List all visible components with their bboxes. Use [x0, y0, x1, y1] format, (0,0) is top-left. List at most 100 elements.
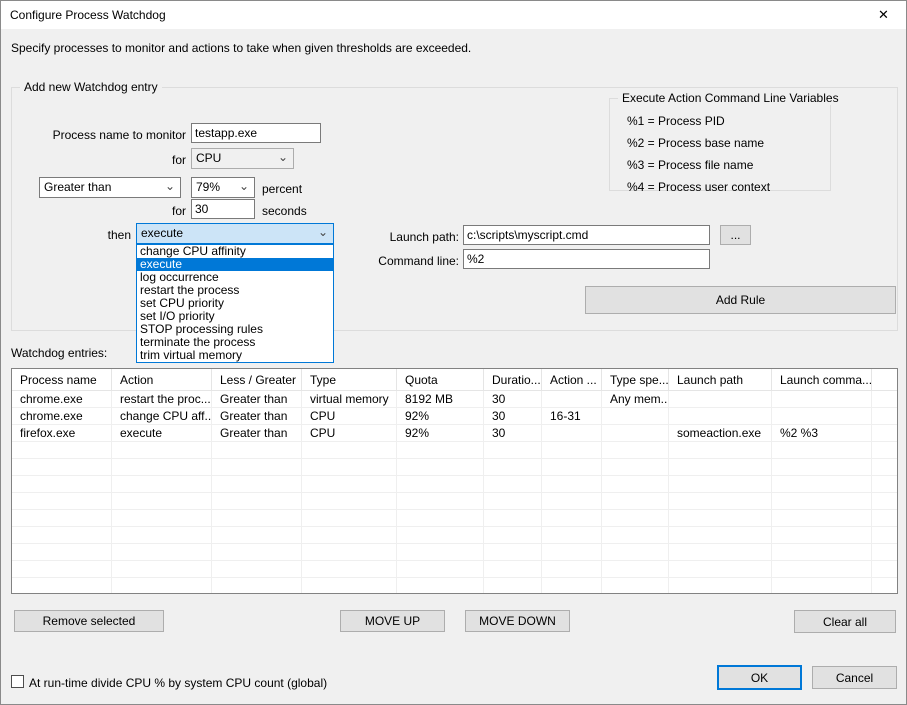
table-cell: [112, 493, 212, 510]
table-header-cell[interactable]: Quota: [397, 369, 484, 391]
dropdown-option[interactable]: set CPU priority: [137, 297, 333, 310]
variables-group-label: Execute Action Command Line Variables: [618, 91, 843, 105]
dropdown-option[interactable]: terminate the process: [137, 336, 333, 349]
table-header-cell[interactable]: Process name: [12, 369, 112, 391]
duration-input[interactable]: [191, 199, 255, 219]
table-header-cell[interactable]: Type spe...: [602, 369, 669, 391]
percent-label: percent: [262, 182, 302, 196]
table-cell: [542, 442, 602, 459]
table-cell: Any mem...: [602, 391, 669, 408]
table-row[interactable]: chrome.exerestart the proc...Greater tha…: [12, 391, 897, 408]
table-cell: [772, 476, 872, 493]
table-cell: [12, 493, 112, 510]
variable-item: %3 = Process file name: [627, 154, 830, 176]
dropdown-option[interactable]: set I/O priority: [137, 310, 333, 323]
table-cell: [542, 510, 602, 527]
table-row-empty: [12, 527, 897, 544]
table-cell: [112, 527, 212, 544]
divide-cpu-checkbox[interactable]: [11, 675, 24, 688]
table-cell: [112, 561, 212, 578]
table-cell: [212, 459, 302, 476]
table-header-cell[interactable]: Action: [112, 369, 212, 391]
threshold-combobox[interactable]: 79% ⌄: [191, 177, 255, 198]
table-row-empty: [12, 493, 897, 510]
comparison-combobox[interactable]: Greater than ⌄: [39, 177, 181, 198]
metric-combobox[interactable]: CPU ⌄: [191, 148, 294, 169]
seconds-label: seconds: [262, 204, 307, 218]
variable-item: %4 = Process user context: [627, 176, 830, 198]
table-cell: chrome.exe: [12, 391, 112, 408]
table-cell: [12, 561, 112, 578]
variable-item: %1 = Process PID: [627, 110, 830, 132]
watchdog-entries-label: Watchdog entries:: [11, 346, 107, 360]
move-up-button[interactable]: MOVE UP: [340, 610, 445, 632]
table-header-cell[interactable]: Type: [302, 369, 397, 391]
command-line-input[interactable]: [463, 249, 710, 269]
table-cell: [542, 578, 602, 594]
table-row[interactable]: firefox.exeexecuteGreater thanCPU92%30so…: [12, 425, 897, 442]
table-cell: 30: [484, 425, 542, 442]
table-header-cell[interactable]: Launch path: [669, 369, 772, 391]
table-cell: [12, 476, 112, 493]
table-header-cell[interactable]: Less / Greater: [212, 369, 302, 391]
for-label-duration: for: [1, 204, 186, 218]
add-entry-group-label: Add new Watchdog entry: [20, 80, 162, 94]
table-row[interactable]: chrome.exechange CPU aff...Greater thanC…: [12, 408, 897, 425]
table-cell: [302, 527, 397, 544]
move-down-button[interactable]: MOVE DOWN: [465, 610, 570, 632]
cancel-button[interactable]: Cancel: [812, 666, 897, 689]
table-cell: [112, 459, 212, 476]
table-cell: [484, 561, 542, 578]
process-name-input[interactable]: [191, 123, 321, 143]
table-cell: 8192 MB: [397, 391, 484, 408]
ok-button[interactable]: OK: [717, 665, 802, 690]
table-cell: [669, 476, 772, 493]
watchdog-entries-table[interactable]: Process nameActionLess / GreaterTypeQuot…: [11, 368, 898, 594]
table-cell: chrome.exe: [12, 408, 112, 425]
clear-all-button[interactable]: Clear all: [794, 610, 896, 633]
table-cell: [484, 459, 542, 476]
remove-selected-button[interactable]: Remove selected: [14, 610, 164, 632]
dropdown-option[interactable]: execute: [137, 258, 333, 271]
table-header-cell[interactable]: Launch comma...: [772, 369, 872, 391]
configure-process-watchdog-dialog: Configure Process Watchdog ✕ Specify pro…: [0, 0, 907, 705]
close-icon[interactable]: ✕: [861, 1, 906, 29]
dropdown-option[interactable]: trim virtual memory: [137, 349, 333, 362]
table-cell: [212, 561, 302, 578]
table-cell: [302, 544, 397, 561]
table-cell: [542, 527, 602, 544]
table-cell: [669, 408, 772, 425]
table-cell: [542, 391, 602, 408]
table-cell: [602, 493, 669, 510]
then-label: then: [1, 228, 131, 242]
table-cell: [112, 442, 212, 459]
table-cell: [397, 578, 484, 594]
threshold-combobox-value: 79%: [196, 180, 220, 194]
dropdown-option[interactable]: log occurrence: [137, 271, 333, 284]
table-cell: [212, 510, 302, 527]
table-cell: [484, 476, 542, 493]
table-cell: firefox.exe: [12, 425, 112, 442]
table-cell: [212, 544, 302, 561]
table-header-cell[interactable]: Action ...: [542, 369, 602, 391]
table-cell: [669, 442, 772, 459]
dropdown-option[interactable]: restart the process: [137, 284, 333, 297]
table-cell: [669, 561, 772, 578]
dropdown-option[interactable]: STOP processing rules: [137, 323, 333, 336]
table-cell: Greater than: [212, 391, 302, 408]
table-cell: [772, 510, 872, 527]
table-cell: [542, 459, 602, 476]
launch-path-input[interactable]: [463, 225, 710, 245]
add-rule-button[interactable]: Add Rule: [585, 286, 896, 314]
table-row-empty: [12, 442, 897, 459]
table-cell: [212, 527, 302, 544]
dropdown-option[interactable]: change CPU affinity: [137, 245, 333, 258]
table-cell: [212, 493, 302, 510]
table-row-empty: [12, 476, 897, 493]
table-cell: [397, 544, 484, 561]
table-cell: [12, 527, 112, 544]
browse-button[interactable]: ...: [720, 225, 751, 245]
table-header-cell[interactable]: Duratio...: [484, 369, 542, 391]
table-cell: [542, 544, 602, 561]
table-cell: [302, 459, 397, 476]
